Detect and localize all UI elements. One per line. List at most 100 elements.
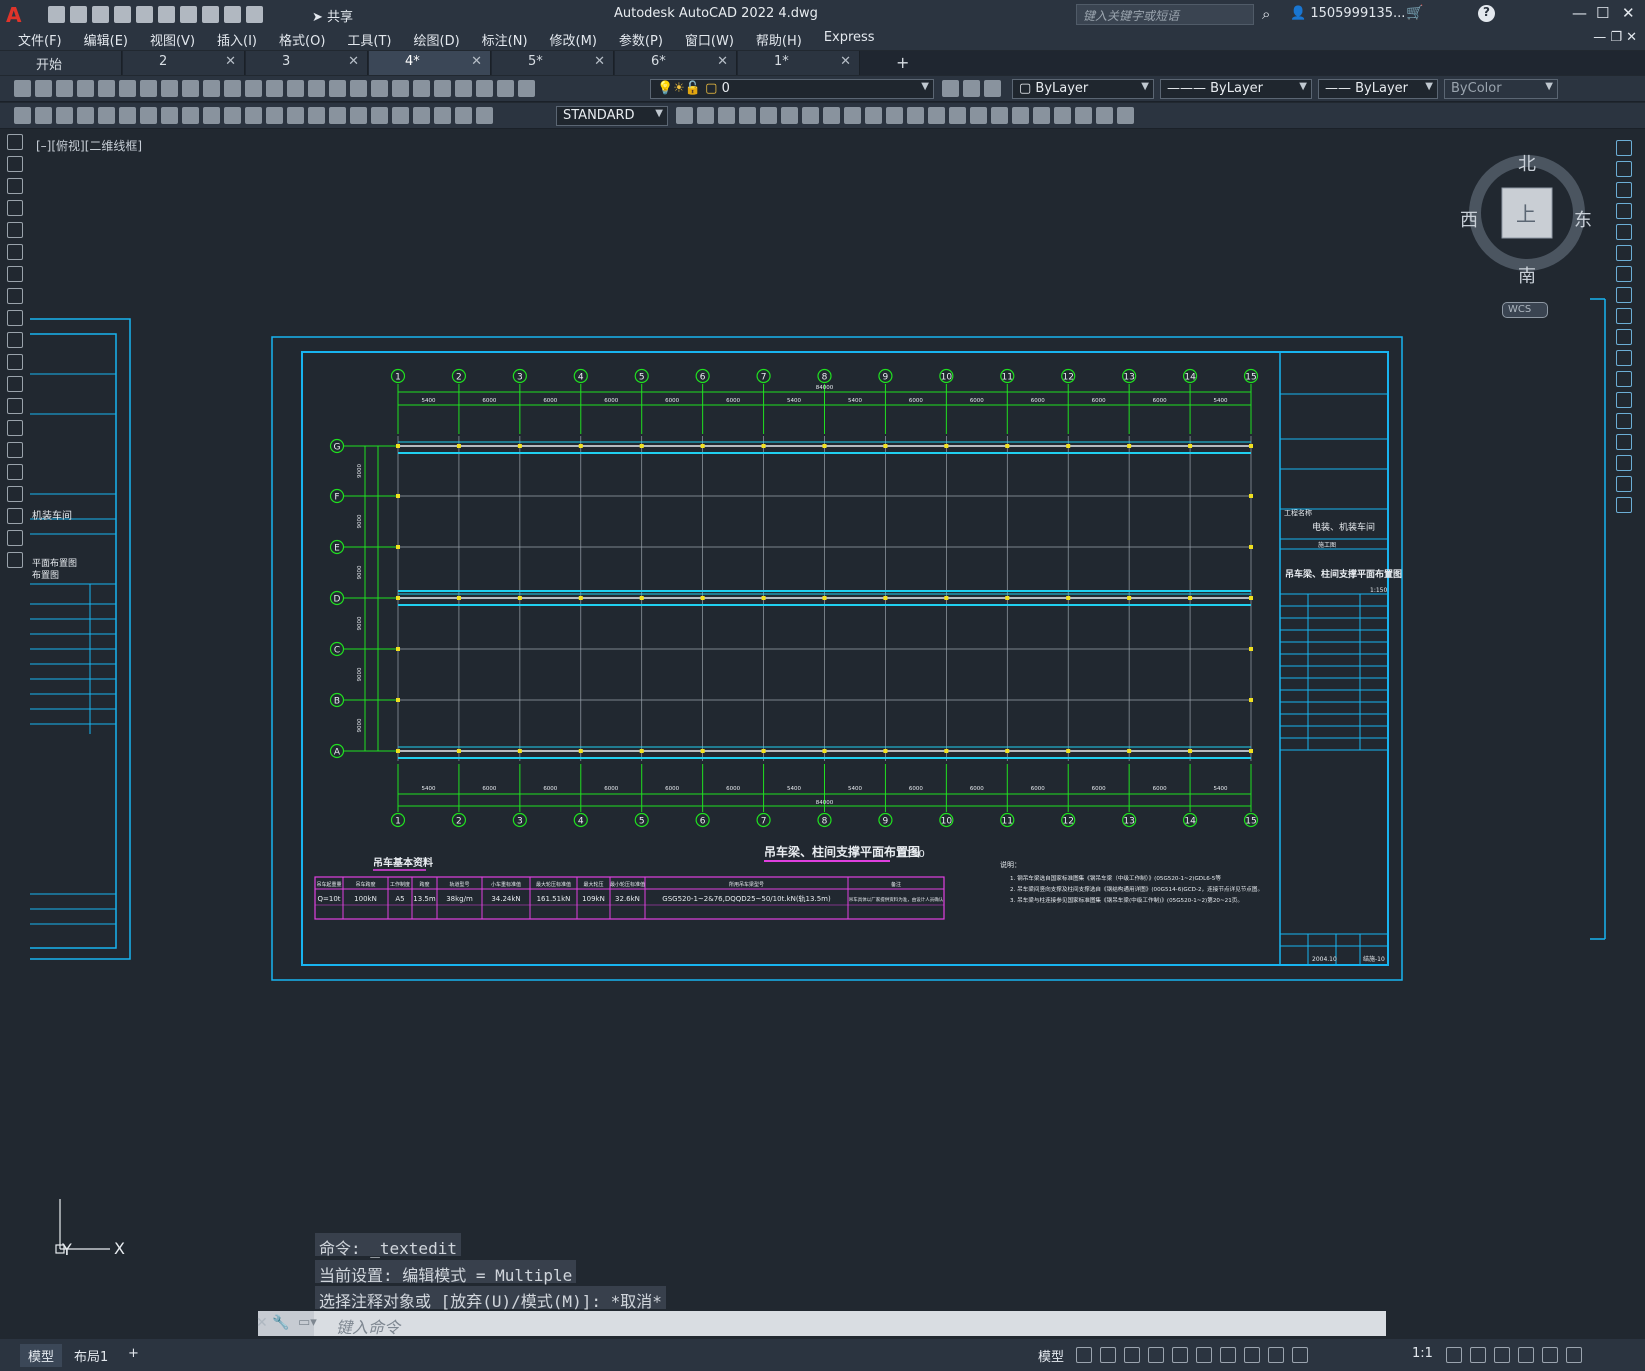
share-button[interactable]: ➤ 共享 (312, 6, 353, 25)
tab-4[interactable]: 4* ✕ (369, 51, 491, 75)
annotation-scale[interactable]: 1:1 (1404, 1344, 1441, 1363)
tool-palettes-icon[interactable] (413, 80, 430, 97)
help-icon[interactable]: ? (1478, 5, 1495, 22)
tab-model[interactable]: 模型 (20, 1344, 63, 1367)
continue-icon[interactable] (287, 107, 304, 124)
clean-screen-icon[interactable] (1542, 1347, 1558, 1363)
tab-1[interactable]: 1* ✕ (738, 51, 860, 75)
view-icon[interactable] (928, 107, 945, 124)
polar-icon[interactable] (1148, 1347, 1164, 1363)
command-input[interactable]: ▭▾ 键入命令 (298, 1311, 1386, 1337)
zoom-previous-icon[interactable] (350, 80, 367, 97)
doc-window-controls[interactable]: — ❐ ✕ (1593, 30, 1637, 45)
rotate-icon[interactable] (1616, 266, 1632, 282)
ucs-icon[interactable] (844, 107, 861, 124)
minimize-button[interactable]: — (1572, 4, 1587, 22)
close-icon[interactable]: ✕ (256, 1315, 268, 1331)
viewcube[interactable]: 北 南 东 西 上 (1460, 150, 1592, 287)
shade-icon[interactable] (970, 107, 987, 124)
snap-icon[interactable] (1100, 1347, 1116, 1363)
jogged-linear-icon[interactable] (413, 107, 430, 124)
linetype-dropdown[interactable]: ——— ByLayer ▼ (1160, 79, 1312, 99)
lineweight-dropdown[interactable]: —— ByLayer ▼ (1318, 79, 1438, 99)
search-input[interactable]: 键入关键字或短语 (1076, 4, 1254, 25)
plotstyle-dropdown[interactable]: ByColor ▼ (1444, 79, 1558, 99)
tab-layout1[interactable]: 布局1 (66, 1344, 116, 1367)
copy-icon[interactable] (182, 80, 199, 97)
compass-west[interactable]: 西 (1460, 206, 1478, 232)
search-icon[interactable]: ⌕ (1262, 5, 1270, 23)
polyline-icon[interactable] (7, 178, 23, 194)
copy-icon[interactable] (1616, 161, 1632, 177)
extend-icon[interactable] (1616, 350, 1632, 366)
break-point-icon[interactable] (1616, 371, 1632, 387)
menu-express[interactable]: Express (824, 28, 887, 50)
color-dropdown[interactable]: ▢ ByLayer ▼ (1012, 79, 1154, 99)
extrude-icon[interactable] (760, 107, 777, 124)
gradient-icon[interactable] (7, 464, 23, 480)
hardware-accel-icon[interactable] (1518, 1347, 1534, 1363)
dimstyle-dropdown[interactable]: STANDARD ▼ (556, 106, 668, 126)
menu-draw[interactable]: 绘图(D) (414, 28, 472, 50)
array-icon[interactable] (1616, 224, 1632, 240)
space-icon[interactable] (308, 107, 325, 124)
dim-edit-icon[interactable] (434, 107, 451, 124)
move-icon[interactable] (1616, 245, 1632, 261)
tool-icon[interactable] (56, 107, 73, 124)
line-icon[interactable] (7, 134, 23, 150)
save-as-icon[interactable] (114, 6, 131, 23)
viewcube-top-face[interactable]: 上 (1516, 198, 1536, 227)
menu-modify[interactable]: 修改(M) (550, 28, 609, 50)
plot-icon[interactable] (77, 80, 94, 97)
arc-icon[interactable] (7, 244, 23, 260)
model-space-button[interactable]: 模型 (1030, 1344, 1072, 1367)
save-icon[interactable] (92, 6, 109, 23)
trim-icon[interactable] (1616, 329, 1632, 345)
polygon-icon[interactable] (7, 200, 23, 216)
ellipse-icon[interactable] (7, 332, 23, 348)
insert-block-icon[interactable] (7, 376, 23, 392)
compass-south[interactable]: 南 (1518, 262, 1536, 288)
ordinate-icon[interactable] (140, 107, 157, 124)
plot-icon[interactable] (180, 6, 197, 23)
add-selected-icon[interactable] (7, 552, 23, 568)
layer-previous-icon[interactable] (963, 80, 980, 97)
aligned-dim-icon[interactable] (98, 107, 115, 124)
join-icon[interactable] (1616, 413, 1632, 429)
menu-insert[interactable]: 插入(I) (217, 28, 269, 50)
osnap-icon[interactable] (1220, 1347, 1236, 1363)
match-properties-icon[interactable] (224, 80, 241, 97)
plus-icon[interactable] (1470, 1347, 1486, 1363)
shade-icon[interactable] (1012, 107, 1029, 124)
zoom-realtime-icon[interactable] (308, 80, 325, 97)
hatch-icon[interactable] (7, 442, 23, 458)
ucs-icon[interactable] (781, 107, 798, 124)
save-to-web-icon[interactable] (158, 6, 175, 23)
open-icon[interactable] (70, 6, 87, 23)
break-icon[interactable] (1616, 392, 1632, 408)
3d-print-icon[interactable] (140, 80, 157, 97)
region-icon[interactable] (7, 486, 23, 502)
close-icon[interactable]: ✕ (471, 54, 482, 69)
center-mark-icon[interactable] (371, 107, 388, 124)
box-icon[interactable] (697, 107, 714, 124)
tab-start[interactable]: 开始 (0, 51, 122, 75)
isodraft-icon[interactable] (1172, 1347, 1188, 1363)
add-layout-button[interactable]: + (120, 1344, 147, 1363)
menu-parametric[interactable]: 参数(P) (619, 28, 675, 50)
render-icon[interactable] (1075, 107, 1092, 124)
revision-cloud-icon[interactable] (7, 288, 23, 304)
close-button[interactable]: ✕ (1622, 4, 1635, 22)
quick-dim-icon[interactable] (245, 107, 262, 124)
make-current-icon[interactable] (942, 80, 959, 97)
make-block-icon[interactable] (7, 398, 23, 414)
ucs-icon[interactable] (823, 107, 840, 124)
close-icon[interactable]: ✕ (840, 54, 851, 69)
markup-icon[interactable] (455, 80, 472, 97)
construction-line-icon[interactable] (7, 156, 23, 172)
render-icon[interactable] (1096, 107, 1113, 124)
offset-icon[interactable] (1616, 203, 1632, 219)
spline-icon[interactable] (7, 310, 23, 326)
close-icon[interactable]: ✕ (717, 54, 728, 69)
stretch-icon[interactable] (1616, 308, 1632, 324)
